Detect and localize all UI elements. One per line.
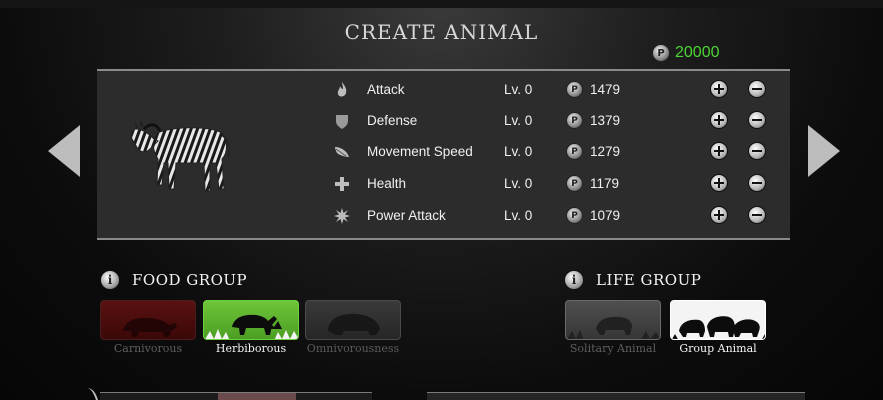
solitary-card — [565, 300, 661, 340]
stat-cost: 1279 — [590, 144, 621, 159]
group-silhouette-icon — [672, 316, 765, 339]
omnivore-silhouette-icon — [328, 313, 380, 335]
cost-coin-icon: P — [566, 207, 583, 224]
cost-coin-icon: P — [566, 143, 583, 160]
next-animal-arrow[interactable] — [808, 125, 840, 177]
increase-defense-button[interactable] — [710, 111, 728, 129]
group-card — [670, 300, 766, 340]
claw-icon — [88, 388, 98, 400]
stat-name: Power Attack — [367, 208, 446, 223]
burst-icon — [334, 208, 350, 224]
stat-row-movement-speed: Movement Speed Lv. 0 P 1279 — [330, 141, 770, 163]
bottom-left-highlight — [218, 393, 296, 400]
food-group-header: i FOOD GROUP — [100, 270, 247, 290]
stat-row-attack: Attack Lv. 0 P 1479 — [330, 79, 770, 101]
stat-row-health: Health Lv. 0 P 1179 — [330, 173, 770, 195]
life-option-group-animal[interactable]: Group Animal — [670, 300, 766, 355]
life-group-info-icon[interactable]: i — [564, 270, 584, 290]
carnivore-silhouette-icon — [123, 317, 177, 337]
attack-icon — [337, 82, 347, 97]
stat-cost: 1179 — [590, 176, 620, 191]
points-value: 20000 — [675, 44, 720, 61]
stat-level: Lv. 0 — [504, 82, 533, 97]
stat-name: Movement Speed — [367, 144, 473, 159]
stat-name: Defense — [367, 113, 418, 128]
food-option-label: Herbiborous — [215, 342, 287, 355]
life-option-label: Solitary Animal — [569, 342, 657, 355]
stat-name: Health — [367, 176, 407, 191]
life-option-label: Group Animal — [679, 342, 757, 355]
speed-icon — [335, 147, 349, 157]
decrease-power-attack-button[interactable] — [748, 206, 766, 224]
bottom-left-panel — [100, 392, 372, 400]
decrease-health-button[interactable] — [748, 174, 766, 192]
increase-attack-button[interactable] — [710, 80, 728, 98]
food-option-carnivorous[interactable]: Carnivorous — [100, 300, 196, 355]
top-strip — [0, 0, 883, 8]
stat-cost: 1379 — [590, 113, 621, 128]
omnivore-card — [305, 300, 401, 340]
herbivore-card — [203, 300, 299, 340]
solitary-silhouette-icon — [567, 316, 660, 339]
stat-row-defense: Defense Lv. 0 P 1379 — [330, 110, 770, 132]
life-group-title: LIFE GROUP — [596, 271, 702, 289]
food-group-title: FOOD GROUP — [132, 271, 248, 289]
food-option-label: Omnivorousness — [306, 342, 400, 355]
stat-row-power-attack: Power Attack Lv. 0 P 1079 — [330, 205, 770, 227]
cost-coin-icon: P — [566, 81, 583, 98]
increase-power-attack-button[interactable] — [710, 206, 728, 224]
decrease-attack-button[interactable] — [748, 80, 766, 98]
points-display: P 20000 — [652, 42, 720, 64]
food-option-omnivorousness[interactable]: Omnivorousness — [305, 300, 401, 355]
food-option-label: Carnivorous — [113, 342, 183, 355]
stat-cost: 1479 — [590, 82, 621, 97]
life-option-solitary-animal[interactable]: Solitary Animal — [565, 300, 661, 355]
stat-level: Lv. 0 — [504, 208, 533, 223]
increase-health-button[interactable] — [710, 174, 728, 192]
points-coin-icon: P — [652, 44, 670, 62]
cost-coin-icon: P — [566, 112, 583, 129]
stat-cost: 1079 — [590, 208, 621, 223]
increase-movement-speed-button[interactable] — [710, 142, 728, 160]
page-title: CREATE ANIMAL — [344, 20, 539, 44]
stat-level: Lv. 0 — [504, 113, 533, 128]
food-option-herbiborous[interactable]: Herbiborous — [203, 300, 299, 355]
food-group-info-icon[interactable]: i — [100, 270, 120, 290]
decrease-defense-button[interactable] — [748, 111, 766, 129]
herbivore-silhouette-icon — [205, 314, 298, 339]
carnivore-card — [100, 300, 196, 340]
shield-icon — [336, 115, 348, 129]
plus-health-icon — [335, 177, 349, 191]
decrease-movement-speed-button[interactable] — [748, 142, 766, 160]
stat-name: Attack — [367, 82, 405, 97]
stat-level: Lv. 0 — [504, 144, 533, 159]
zebra-image — [130, 119, 230, 192]
stat-level: Lv. 0 — [504, 176, 533, 191]
cost-coin-icon: P — [566, 175, 583, 192]
life-group-header: i LIFE GROUP — [564, 270, 701, 290]
bottom-right-panel — [427, 392, 805, 400]
previous-animal-arrow[interactable] — [48, 125, 80, 177]
